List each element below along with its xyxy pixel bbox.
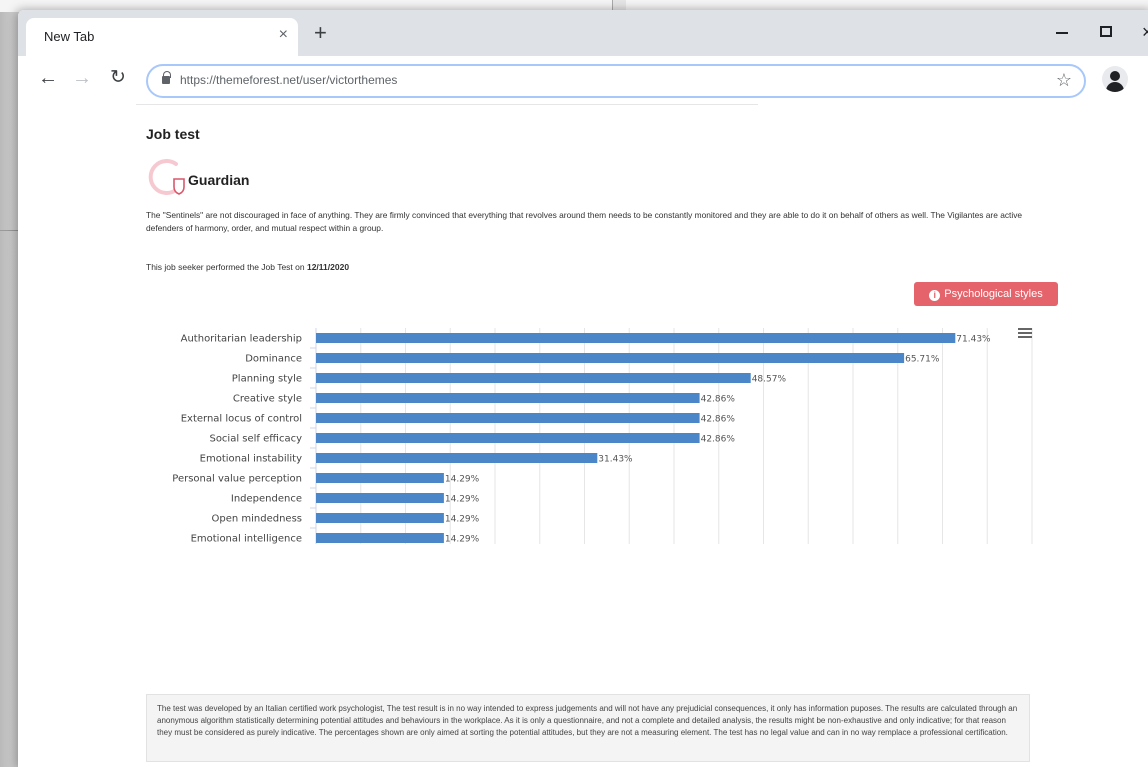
data-label: 48.57% bbox=[752, 375, 787, 385]
data-label: 42.86% bbox=[701, 435, 736, 445]
page-content: Job test Guardian The "Sentinels" are no… bbox=[18, 104, 1148, 767]
bar bbox=[316, 513, 444, 523]
tab-title: New Tab bbox=[44, 29, 95, 44]
data-label: 31.43% bbox=[598, 455, 633, 465]
bar bbox=[316, 353, 905, 363]
bar bbox=[316, 413, 700, 423]
url-text[interactable]: https://themeforest.net/user/victortheme… bbox=[180, 73, 397, 87]
category-label: Independence bbox=[231, 494, 302, 505]
address-bar[interactable]: https://themeforest.net/user/victortheme… bbox=[146, 64, 1086, 98]
bar bbox=[316, 533, 444, 543]
bar bbox=[316, 473, 444, 483]
profile-name: Guardian bbox=[188, 172, 250, 188]
category-label: Creative style bbox=[233, 394, 302, 405]
maximize-button[interactable] bbox=[1100, 26, 1112, 37]
browser-window: New Tab × + × ← → ↻ https://themeforest.… bbox=[18, 10, 1148, 767]
bar bbox=[316, 393, 700, 403]
category-label: External locus of control bbox=[181, 414, 302, 425]
data-label: 14.29% bbox=[445, 535, 480, 545]
new-tab-button[interactable]: + bbox=[314, 22, 327, 44]
tab-new-tab[interactable]: New Tab × bbox=[26, 18, 298, 56]
test-date-prefix: This job seeker performed the Job Test o… bbox=[146, 262, 307, 272]
category-label: Personal value perception bbox=[172, 474, 302, 485]
category-label: Open mindedness bbox=[211, 514, 302, 525]
category-label: Emotional instability bbox=[200, 454, 302, 465]
category-label: Social self efficacy bbox=[209, 434, 302, 445]
forward-arrow-icon[interactable]: → bbox=[72, 66, 92, 90]
data-label: 42.86% bbox=[701, 415, 736, 425]
page-title: Job test bbox=[146, 126, 200, 142]
info-icon: i bbox=[929, 290, 941, 301]
data-label: 71.43% bbox=[956, 335, 991, 345]
chart-menu-icon[interactable] bbox=[1018, 328, 1032, 338]
back-arrow-icon[interactable]: ← bbox=[38, 66, 58, 90]
divider bbox=[136, 104, 758, 105]
data-label: 14.29% bbox=[445, 515, 480, 525]
tab-strip: New Tab × + × bbox=[18, 10, 1148, 56]
category-label: Planning style bbox=[232, 374, 302, 385]
bar bbox=[316, 493, 444, 503]
reload-icon[interactable]: ↻ bbox=[110, 66, 126, 90]
bar bbox=[316, 453, 598, 463]
bar bbox=[316, 433, 700, 443]
profile-description: The "Sentinels" are not discouraged in f… bbox=[146, 210, 1023, 233]
tab-close-icon[interactable]: × bbox=[279, 26, 288, 44]
window-close-button[interactable]: × bbox=[1142, 22, 1148, 43]
psychological-styles-label: Psychological styles bbox=[944, 288, 1043, 300]
data-label: 42.86% bbox=[701, 395, 736, 405]
lock-icon[interactable] bbox=[162, 71, 171, 84]
data-label: 14.29% bbox=[445, 495, 480, 505]
profile-avatar-icon[interactable] bbox=[1102, 66, 1128, 92]
test-date: 12/11/2020 bbox=[306, 262, 350, 272]
browser-toolbar: ← → ↻ https://themeforest.net/user/victo… bbox=[18, 56, 1148, 104]
data-label: 65.71% bbox=[905, 355, 940, 365]
psychological-styles-button[interactable]: i Psychological styles bbox=[914, 282, 1058, 306]
bookmark-star-icon[interactable]: ☆ bbox=[1056, 70, 1072, 91]
category-label: Emotional intelligence bbox=[191, 534, 302, 545]
background-window bbox=[0, 0, 20, 767]
background-divider bbox=[0, 230, 20, 231]
category-label: Dominance bbox=[245, 354, 302, 365]
bar bbox=[316, 333, 956, 343]
bar bbox=[316, 373, 751, 383]
disclaimer-box: The test was developed by an Italian cer… bbox=[146, 694, 1030, 762]
bar-chart: 05101520253035404550556065707580Authorit… bbox=[172, 328, 1033, 545]
test-date-line: This job seeker performed the Job Test o… bbox=[146, 262, 349, 272]
category-label: Authoritarian leadership bbox=[181, 334, 302, 345]
guardian-shield-icon bbox=[148, 159, 185, 195]
data-label: 14.29% bbox=[445, 475, 480, 485]
minimize-button[interactable] bbox=[1056, 32, 1068, 34]
